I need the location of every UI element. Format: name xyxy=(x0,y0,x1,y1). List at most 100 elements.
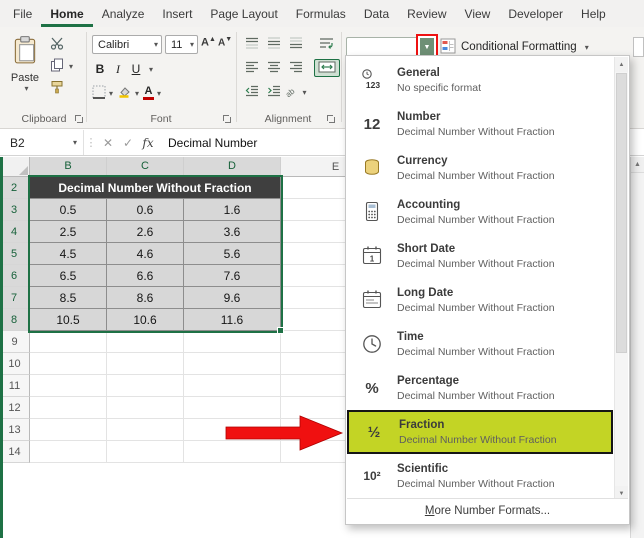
cell-B11[interactable] xyxy=(30,375,107,397)
name-box[interactable]: B2 ▾ xyxy=(0,130,84,155)
insert-function-button[interactable]: fx xyxy=(138,130,158,155)
font-dialog-launcher[interactable] xyxy=(223,115,232,124)
cell-C8[interactable]: 10.6 xyxy=(107,309,184,331)
cell-B4[interactable]: 2.5 xyxy=(30,221,107,243)
copy-button[interactable]: ▾ xyxy=(48,57,75,75)
row-header-9[interactable]: 9 xyxy=(0,331,30,353)
alignment-dialog-launcher[interactable] xyxy=(327,115,336,124)
cell-C7[interactable]: 8.6 xyxy=(107,287,184,309)
align-bottom-button[interactable] xyxy=(286,35,306,53)
cell-B3[interactable]: 0.5 xyxy=(30,199,107,221)
cell-D4[interactable]: 3.6 xyxy=(184,221,281,243)
decrease-font-size-button[interactable]: A▼ xyxy=(218,36,232,48)
paste-button[interactable]: Paste ▾ xyxy=(6,34,44,110)
sheet-vertical-scrollbar[interactable]: ▲ xyxy=(630,157,644,538)
format-option-fraction[interactable]: ½FractionDecimal Number Without Fraction xyxy=(347,410,613,454)
increase-indent-button[interactable] xyxy=(264,83,284,101)
cell-B8[interactable]: 10.5 xyxy=(30,309,107,331)
cell-D10[interactable] xyxy=(184,353,281,375)
borders-button[interactable]: ▾ xyxy=(92,84,113,102)
tab-formulas[interactable]: Formulas xyxy=(287,2,355,27)
cell-C13[interactable] xyxy=(107,419,184,441)
fill-handle[interactable] xyxy=(277,327,284,334)
scrollbar-thumb[interactable] xyxy=(616,73,627,353)
tab-view[interactable]: View xyxy=(456,2,500,27)
cell-C6[interactable]: 6.6 xyxy=(107,265,184,287)
row-header-12[interactable]: 12 xyxy=(0,397,30,419)
row-header-6[interactable]: 6 xyxy=(0,265,30,287)
row-header-8[interactable]: 8 xyxy=(0,309,30,331)
format-option-general[interactable]: 123GeneralNo specific format xyxy=(347,58,613,102)
cell-D9[interactable] xyxy=(184,331,281,353)
decrease-indent-button[interactable] xyxy=(242,83,262,101)
format-option-time[interactable]: TimeDecimal Number Without Fraction xyxy=(347,322,613,366)
row-header-11[interactable]: 11 xyxy=(0,375,30,397)
font-color-button[interactable]: A ▾ xyxy=(143,84,161,102)
increase-font-size-button[interactable]: A▲ xyxy=(201,36,216,49)
conditional-formatting-button[interactable]: Conditional Formatting ▾ xyxy=(440,37,589,57)
align-center-button[interactable] xyxy=(264,59,284,77)
column-header-C[interactable]: C xyxy=(107,157,184,177)
font-name-select[interactable]: Calibri ▾ xyxy=(92,35,162,54)
align-right-button[interactable] xyxy=(286,59,306,77)
select-all-corner[interactable] xyxy=(0,157,30,177)
row-header-10[interactable]: 10 xyxy=(0,353,30,375)
row-header-14[interactable]: 14 xyxy=(0,441,30,463)
underline-button[interactable]: U xyxy=(128,60,144,78)
cell-C12[interactable] xyxy=(107,397,184,419)
cell-B13[interactable] xyxy=(30,419,107,441)
cell-C14[interactable] xyxy=(107,441,184,463)
cell-C11[interactable] xyxy=(107,375,184,397)
cell-C10[interactable] xyxy=(107,353,184,375)
cell-D6[interactable]: 7.6 xyxy=(184,265,281,287)
cell-B14[interactable] xyxy=(30,441,107,463)
tab-home[interactable]: Home xyxy=(41,2,92,27)
cell-B10[interactable] xyxy=(30,353,107,375)
format-option-currency[interactable]: CurrencyDecimal Number Without Fraction xyxy=(347,146,613,190)
orientation-button[interactable]: ab▾ xyxy=(286,83,306,101)
bold-button[interactable]: B xyxy=(92,60,108,78)
more-number-formats-item[interactable]: More Number Formats... xyxy=(347,498,628,523)
tab-data[interactable]: Data xyxy=(355,2,398,27)
align-left-button[interactable] xyxy=(242,59,262,77)
clipboard-dialog-launcher[interactable] xyxy=(75,115,84,124)
format-option-accounting[interactable]: AccountingDecimal Number Without Fractio… xyxy=(347,190,613,234)
cell-B6[interactable]: 6.5 xyxy=(30,265,107,287)
number-format-combo[interactable]: ▼ xyxy=(346,37,418,57)
font-size-select[interactable]: 11 ▾ xyxy=(165,35,198,54)
tab-file[interactable]: File xyxy=(4,2,41,27)
cell-C9[interactable] xyxy=(107,331,184,353)
fill-color-button[interactable]: ▾ xyxy=(117,84,139,102)
format-painter-button[interactable] xyxy=(48,79,75,97)
cell-C4[interactable]: 2.6 xyxy=(107,221,184,243)
scroll-up-icon[interactable]: ▲ xyxy=(615,57,628,72)
align-middle-button[interactable] xyxy=(264,35,284,53)
cell-D3[interactable]: 1.6 xyxy=(184,199,281,221)
cell-B5[interactable]: 4.5 xyxy=(30,243,107,265)
format-option-short-date[interactable]: 1Short DateDecimal Number Without Fracti… xyxy=(347,234,613,278)
table-title-cell[interactable]: Decimal Number Without Fraction xyxy=(30,177,281,199)
cell-D7[interactable]: 9.6 xyxy=(184,287,281,309)
row-header-3[interactable]: 3 xyxy=(0,199,30,221)
format-option-long-date[interactable]: Long DateDecimal Number Without Fraction xyxy=(347,278,613,322)
name-box-caret-icon[interactable]: ▾ xyxy=(73,138,77,147)
cancel-entry-button[interactable]: ✕ xyxy=(98,130,118,155)
wrap-text-button[interactable] xyxy=(316,35,336,53)
cell-B7[interactable]: 8.5 xyxy=(30,287,107,309)
format-option-percentage[interactable]: %PercentageDecimal Number Without Fracti… xyxy=(347,366,613,410)
tab-developer[interactable]: Developer xyxy=(499,2,572,27)
underline-caret-icon[interactable]: ▾ xyxy=(149,65,153,74)
menu-scrollbar[interactable]: ▲ ▼ xyxy=(614,57,628,501)
column-header-B[interactable]: B xyxy=(30,157,107,177)
format-option-scientific[interactable]: 10²ScientificDecimal Number Without Frac… xyxy=(347,454,613,498)
align-top-button[interactable] xyxy=(242,35,262,53)
cell-C5[interactable]: 4.6 xyxy=(107,243,184,265)
row-header-4[interactable]: 4 xyxy=(0,221,30,243)
cell-D5[interactable]: 5.6 xyxy=(184,243,281,265)
cell-D11[interactable] xyxy=(184,375,281,397)
cell-D8[interactable]: 11.6 xyxy=(184,309,281,331)
tab-page-layout[interactable]: Page Layout xyxy=(201,2,286,27)
row-header-7[interactable]: 7 xyxy=(0,287,30,309)
row-header-2[interactable]: 2 xyxy=(0,177,30,199)
format-option-number[interactable]: 12NumberDecimal Number Without Fraction xyxy=(347,102,613,146)
